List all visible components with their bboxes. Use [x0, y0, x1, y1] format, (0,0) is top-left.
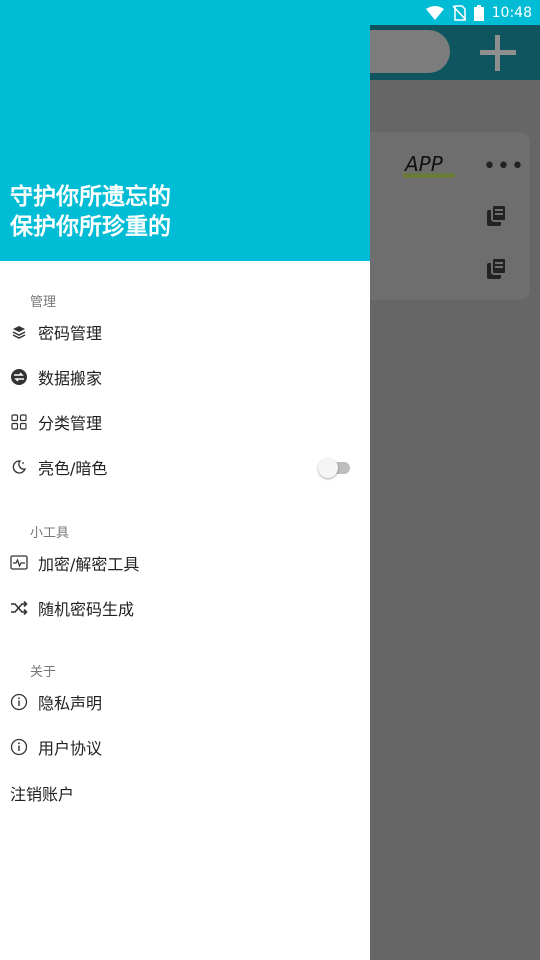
copy-icon [487, 204, 507, 226]
info-icon [9, 692, 29, 712]
monitor-pulse-icon [9, 553, 29, 573]
moon-icon [9, 457, 29, 477]
wifi-icon [425, 5, 444, 20]
menu-item-category-manage[interactable]: 分类管理 [0, 400, 370, 444]
theme-toggle[interactable] [318, 458, 352, 478]
logout-button[interactable]: 注销账户 [0, 771, 370, 815]
shuffle-icon [9, 598, 29, 618]
logout-label: 注销账户 [10, 785, 75, 804]
navigation-drawer: 守护你所遗忘的 保护你所珍重的 管理 密码管理 数据搬家 分类管理 亮色/暗色 … [0, 25, 370, 960]
slogan-line-2: 保护你所珍重的 [10, 214, 171, 240]
section-title-about: 关于 [30, 665, 57, 680]
status-icons: 10:48 [425, 0, 532, 25]
no-sim-icon [452, 4, 466, 21]
menu-item-encrypt-tool[interactable]: 加密/解密工具 [0, 541, 370, 585]
transfer-icon [9, 367, 29, 387]
menu-label: 密码管理 [38, 324, 103, 343]
menu-label: 随机密码生成 [38, 600, 135, 619]
drawer-header: 守护你所遗忘的 保护你所珍重的 [0, 25, 370, 261]
menu-item-theme[interactable]: 亮色/暗色 [0, 445, 370, 489]
section-title-manage: 管理 [30, 295, 57, 310]
more-horiz-icon: ••• [483, 154, 525, 179]
menu-item-random-password[interactable]: 随机密码生成 [0, 586, 370, 630]
menu-item-data-migration[interactable]: 数据搬家 [0, 355, 370, 399]
layers-icon [9, 322, 29, 342]
menu-label: 数据搬家 [38, 369, 103, 388]
menu-label: 用户协议 [38, 739, 103, 758]
grid-icon [9, 412, 29, 432]
menu-label: 亮色/暗色 [38, 459, 108, 478]
status-time: 10:48 [491, 4, 532, 21]
battery-icon [473, 4, 484, 21]
info-icon [9, 737, 29, 757]
status-bar: 10:48 [0, 0, 540, 25]
section-title-tools: 小工具 [30, 526, 70, 541]
menu-label: 加密/解密工具 [38, 555, 140, 574]
toggle-thumb [318, 458, 338, 478]
slogan-line-1: 守护你所遗忘的 [10, 184, 171, 210]
menu-label: 隐私声明 [38, 694, 103, 713]
plus-icon [478, 33, 518, 73]
menu-label: 分类管理 [38, 414, 103, 433]
menu-item-password-manage[interactable]: 密码管理 [0, 310, 370, 354]
menu-item-privacy[interactable]: 隐私声明 [0, 680, 370, 724]
card-app-label: APP [405, 152, 443, 176]
copy-icon [487, 257, 507, 279]
menu-item-user-agreement[interactable]: 用户协议 [0, 725, 370, 769]
